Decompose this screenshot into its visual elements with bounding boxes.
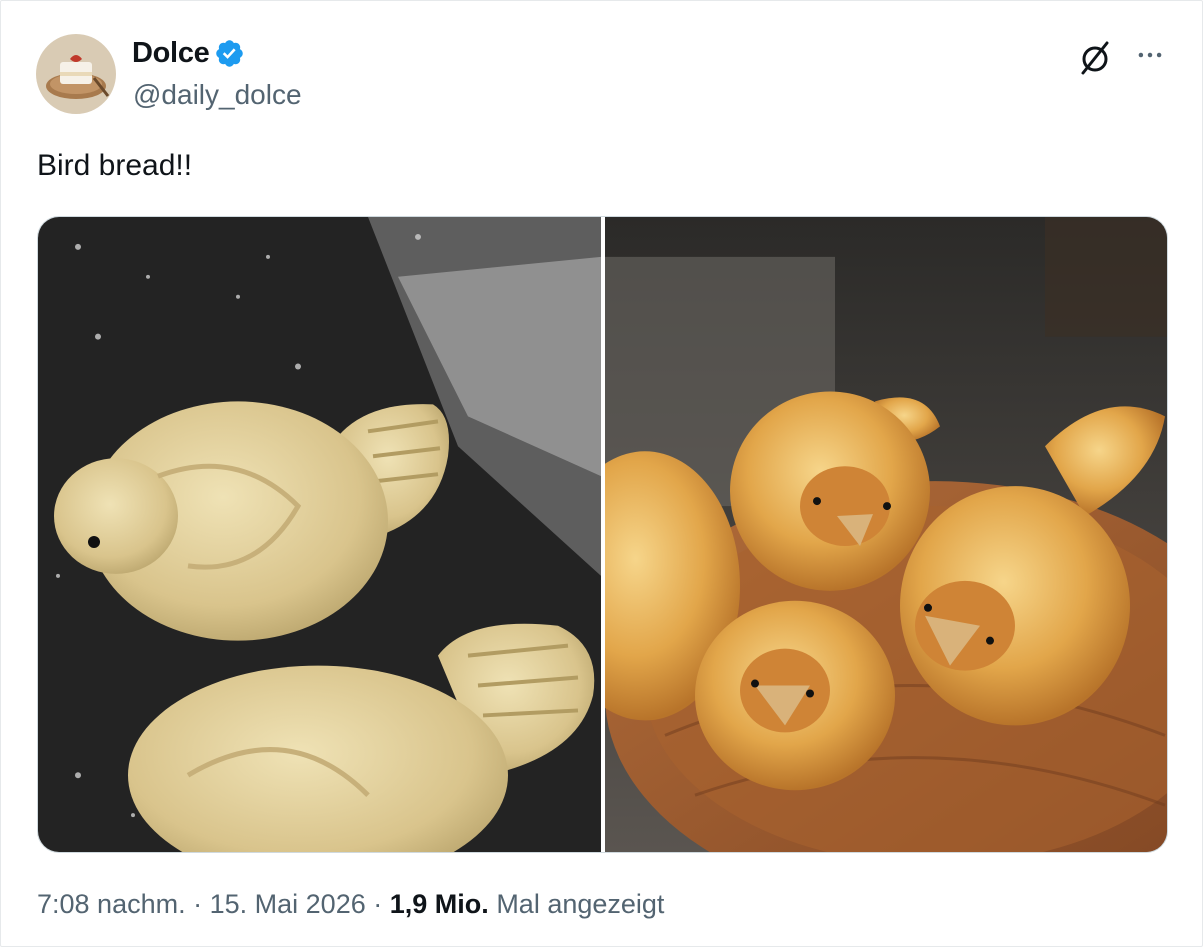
tweet-text: Bird bread!! <box>37 149 193 182</box>
grok-button[interactable] <box>1075 38 1115 78</box>
views-label: Mal angezeigt <box>496 889 665 919</box>
more-options-icon <box>1138 52 1162 58</box>
avatar[interactable] <box>36 34 116 114</box>
tweet-date[interactable]: 15. Mai 2026 <box>210 889 366 919</box>
verified-badge-icon[interactable] <box>214 38 245 69</box>
photo-dough-birds[interactable] <box>38 217 601 852</box>
author-name[interactable]: Dolce <box>132 37 210 70</box>
photo-baked-bird-rolls[interactable] <box>605 217 1167 852</box>
media-grid <box>37 216 1168 853</box>
author-handle[interactable]: @daily_dolce <box>133 79 302 111</box>
meta-separator: · <box>193 889 203 919</box>
tweet-card: Dolce @daily_dolce Bird bread!! 7:08 nac… <box>0 0 1203 947</box>
grok-icon <box>1081 41 1109 75</box>
views-count[interactable]: 1,9 Mio. <box>390 889 489 919</box>
tweet-meta: 7:08 nachm. · 15. Mai 2026 · 1,9 Mio. Ma… <box>37 889 664 920</box>
meta-separator-2: · <box>373 889 383 919</box>
author-name-row[interactable]: Dolce <box>132 37 245 70</box>
tweet-timestamp[interactable]: 7:08 nachm. · 15. Mai 2026 <box>37 889 366 919</box>
more-options-button[interactable] <box>1130 37 1170 73</box>
tweet-time[interactable]: 7:08 nachm. <box>37 889 186 919</box>
cake-slice-avatar-icon <box>36 34 116 114</box>
